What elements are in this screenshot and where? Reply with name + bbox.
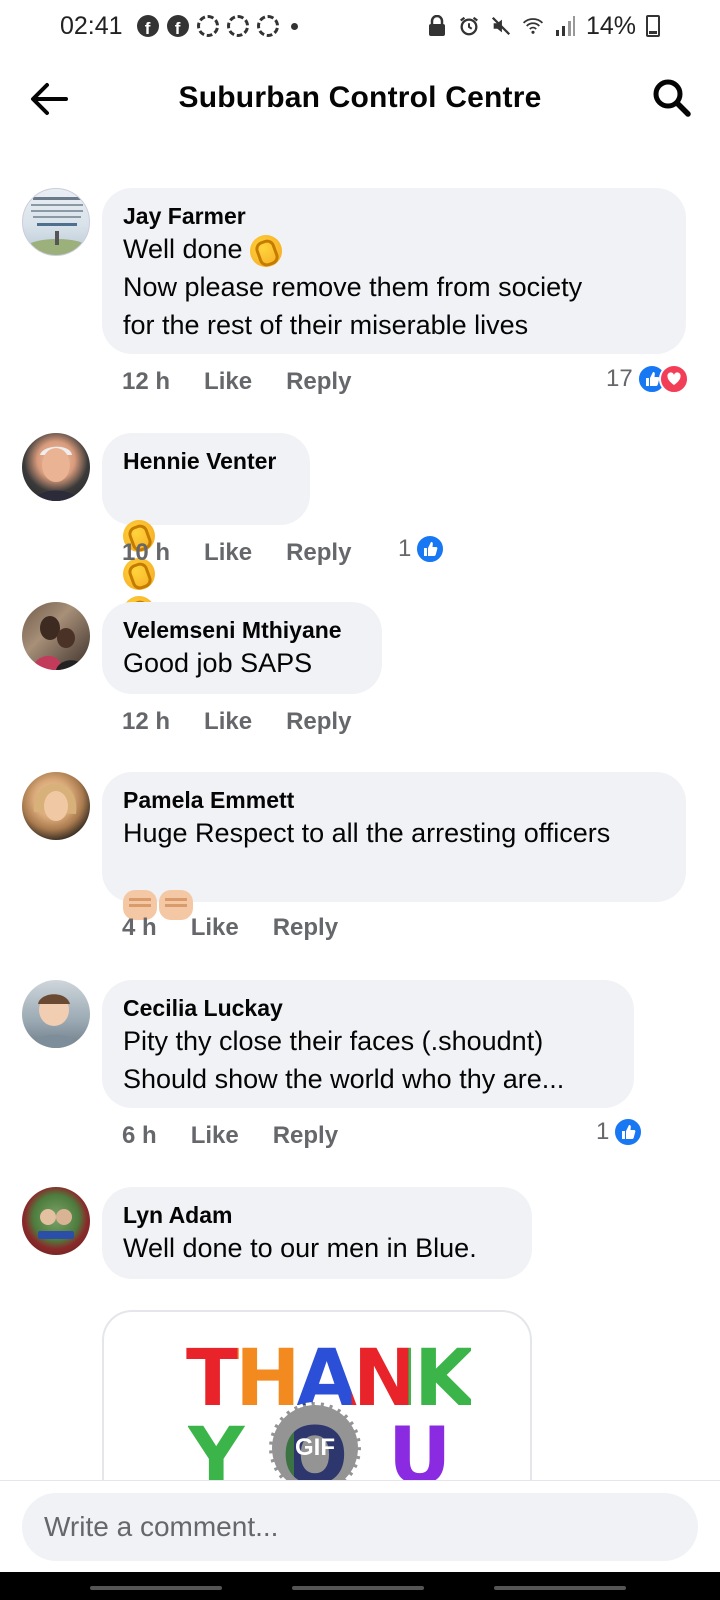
comment-bubble[interactable]: Velemseni Mthiyane Good job SAPS: [102, 602, 382, 694]
comment-text: Good job SAPS: [123, 648, 313, 678]
notification-icons: f f: [136, 15, 298, 37]
avatar[interactable]: [22, 772, 90, 840]
facebook-notification-icon: f: [136, 15, 159, 37]
comment-bubble[interactable]: Cecilia Luckay Pity thy close their face…: [102, 980, 634, 1108]
comment-author[interactable]: Cecilia Luckay: [123, 994, 614, 1022]
comment-author[interactable]: Velemseni Mthiyane: [123, 616, 362, 644]
like-reaction-icon: [415, 534, 446, 564]
signal-icon: [554, 15, 576, 37]
love-reaction-icon: [658, 364, 689, 394]
lock-icon: [426, 15, 448, 37]
avatar-image: [27, 197, 87, 255]
back-arrow-icon: [31, 83, 68, 115]
avatar-image: [34, 446, 78, 501]
comment-meta: 4 h Like Reply: [122, 914, 338, 942]
comment-meta: 10 h Like Reply: [122, 539, 351, 567]
avatar-image: [38, 1209, 74, 1239]
comment-author[interactable]: Pamela Emmett: [123, 786, 666, 814]
facebook-notification-icon: f: [166, 15, 189, 37]
reply-button[interactable]: Reply: [286, 539, 351, 567]
comment-input-placeholder: Write a comment...: [44, 1511, 279, 1542]
reaction-count: 1: [398, 535, 412, 562]
battery-percent: 14%: [585, 11, 636, 40]
comment-time: 6 h: [122, 1122, 157, 1149]
mute-icon: [490, 15, 512, 37]
comment-time: 4 h: [122, 914, 157, 941]
sync-notification-icon: [226, 15, 249, 37]
reaction-count: 1: [596, 1118, 610, 1145]
comment-time: 12 h: [122, 708, 171, 735]
avatar-image: [30, 994, 80, 1048]
sync-notification-icon: [256, 15, 279, 37]
comment-composer-bar: Write a comment...: [0, 1480, 720, 1572]
recent-apps-button[interactable]: [90, 1586, 222, 1590]
reaction-summary[interactable]: 1: [398, 534, 446, 564]
comment-time: 12 h: [122, 368, 171, 395]
comment-bubble[interactable]: Hennie Venter: [102, 433, 310, 666]
more-notifications-dot-icon: [290, 22, 298, 30]
wifi-icon: [522, 15, 544, 37]
comment-text: Huge Respect to all the arresting office…: [123, 818, 611, 848]
like-button[interactable]: Like: [204, 708, 252, 736]
comment-text: Well done: [123, 230, 666, 268]
avatar-image: [33, 783, 77, 821]
like-button[interactable]: Like: [204, 539, 252, 567]
comment-bubble[interactable]: Pamela Emmett Huge Respect to all the ar…: [102, 772, 686, 920]
avatar[interactable]: [22, 602, 90, 670]
search-button[interactable]: [650, 76, 694, 120]
comment-author[interactable]: Hennie Venter: [123, 447, 290, 475]
like-button[interactable]: Like: [191, 1122, 239, 1150]
comment-author[interactable]: Jay Farmer: [123, 202, 666, 230]
comment-emoji-text: [123, 852, 666, 920]
reply-button[interactable]: Reply: [286, 708, 351, 736]
avatar[interactable]: [22, 980, 90, 1048]
reply-button[interactable]: Reply: [286, 368, 351, 396]
system-navigation-bar: [0, 1572, 720, 1600]
reply-button[interactable]: Reply: [273, 1122, 338, 1150]
comment-meta: 12 h Like Reply: [122, 708, 351, 736]
comment-meta: 12 h Like Reply: [122, 368, 351, 396]
sync-notification-icon: [196, 15, 219, 37]
comment-time: 10 h: [122, 539, 171, 566]
like-reaction-icon: [613, 1117, 644, 1147]
comment-bubble[interactable]: Jay Farmer Well done Now please remove t…: [102, 188, 686, 354]
comment-text: Pity thy close their faces (.shoudnt) Sh…: [123, 1026, 565, 1094]
like-button[interactable]: Like: [204, 368, 252, 396]
alarm-icon: [458, 15, 480, 37]
comment-bubble[interactable]: Lyn Adam Well done to our men in Blue.: [102, 1187, 532, 1279]
avatar[interactable]: [22, 433, 90, 501]
comment-meta: 6 h Like Reply: [122, 1122, 338, 1150]
search-icon: [653, 79, 691, 117]
comment-text: Well done to our men in Blue.: [123, 1233, 477, 1263]
status-time: 02:41: [60, 11, 123, 40]
clapping-hands-emoji-icon: [250, 234, 283, 267]
reply-button[interactable]: Reply: [273, 914, 338, 942]
avatar[interactable]: [22, 1187, 90, 1255]
gif-badge-label: GIF: [295, 1434, 335, 1461]
home-button[interactable]: [292, 1586, 424, 1590]
comment-text: Now please remove them from society for …: [123, 272, 583, 340]
battery-icon: [646, 15, 660, 37]
comment-text-line: Well done: [123, 234, 243, 264]
comment-author[interactable]: Lyn Adam: [123, 1201, 512, 1229]
reaction-summary[interactable]: 17: [606, 364, 689, 394]
back-button[interactable]: [28, 78, 70, 120]
app-header: Suburban Control Centre: [0, 60, 720, 136]
reaction-count: 17: [606, 365, 633, 392]
page-title: Suburban Control Centre: [178, 81, 542, 114]
comment-input[interactable]: Write a comment...: [22, 1493, 698, 1561]
system-icons: 14%: [426, 12, 660, 41]
reaction-summary[interactable]: 1: [596, 1117, 644, 1147]
like-button[interactable]: Like: [191, 914, 239, 942]
avatar-image: [32, 616, 86, 670]
avatar[interactable]: [22, 188, 90, 256]
gif-attachment[interactable]: THANK YOU GIF: [102, 1310, 532, 1480]
back-nav-button[interactable]: [494, 1586, 626, 1590]
status-bar: 02:41 f f 14%: [0, 0, 720, 52]
